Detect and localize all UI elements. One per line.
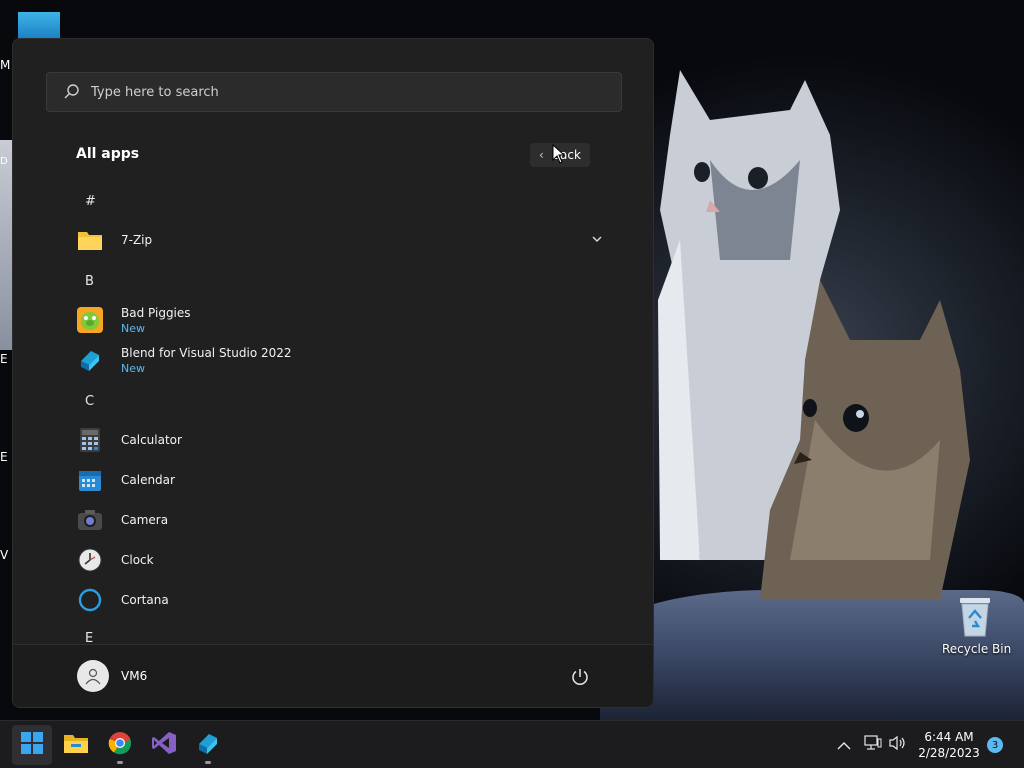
blend-icon	[195, 730, 221, 760]
start-search-box[interactable]	[46, 72, 622, 112]
all-apps-title: All apps	[76, 146, 140, 162]
start-footer: VM6	[13, 644, 653, 707]
power-icon[interactable]	[569, 666, 591, 688]
start-menu: All apps ‹ Back # 7-Zip B Bad Piggies Ne…	[12, 38, 654, 708]
app-name: Calendar	[121, 473, 175, 487]
recycle-bin-shortcut[interactable]: Recycle Bin	[942, 596, 1012, 656]
new-badge: New	[121, 321, 145, 335]
app-item-bad-piggies[interactable]: Bad Piggies New	[73, 302, 603, 338]
chrome-icon	[108, 731, 132, 759]
taskbar-visual-studio[interactable]	[144, 725, 184, 765]
app-item-blend[interactable]: Blend for Visual Studio 2022 New	[73, 342, 603, 378]
taskbar: 6:44 AM 2/28/2023 3	[0, 720, 1024, 768]
search-input[interactable]	[91, 84, 591, 100]
app-name: Calculator	[121, 433, 182, 447]
calculator-icon	[77, 427, 103, 453]
bad-piggies-icon	[77, 307, 103, 333]
search-icon	[63, 83, 81, 101]
file-explorer-icon	[63, 732, 89, 758]
app-name: Blend for Visual Studio 2022	[121, 345, 292, 360]
network-icon	[864, 735, 882, 755]
mouse-cursor-icon	[552, 144, 566, 164]
app-name: Clock	[121, 553, 154, 567]
app-name: Camera	[121, 513, 169, 527]
desktop-window-edge	[0, 140, 12, 350]
visual-studio-icon	[151, 730, 177, 760]
desktop-shortcut-icon[interactable]	[18, 12, 60, 40]
notification-badge[interactable]: 3	[987, 737, 1003, 753]
app-item-calculator[interactable]: Calculator	[73, 422, 603, 458]
user-name: VM6	[121, 669, 148, 683]
taskbar-clock[interactable]: 6:44 AM 2/28/2023	[916, 729, 982, 761]
user-account-button[interactable]: VM6	[77, 660, 147, 692]
start-icon	[20, 731, 44, 759]
start-button[interactable]	[12, 725, 52, 765]
chevron-down-icon[interactable]	[591, 232, 603, 246]
wallpaper-cats-image	[658, 70, 970, 600]
blend-icon	[77, 347, 103, 373]
new-badge: New	[121, 361, 145, 375]
app-item-cortana[interactable]: Cortana	[73, 582, 603, 618]
taskbar-chrome[interactable]	[100, 725, 140, 765]
app-name: 7-Zip	[121, 233, 153, 247]
clock-icon	[77, 547, 103, 573]
chevron-up-icon	[836, 736, 852, 755]
running-indicator	[117, 761, 123, 764]
group-letter[interactable]: #	[85, 194, 96, 209]
calendar-icon	[77, 467, 103, 493]
clock-date: 2/28/2023	[918, 746, 980, 760]
recycle-bin-label: Recycle Bin	[942, 642, 1012, 656]
recycle-bin-icon	[958, 596, 992, 638]
speaker-icon	[889, 735, 907, 755]
show-hidden-icons-button[interactable]	[836, 721, 852, 768]
cortana-icon	[77, 587, 103, 613]
camera-icon	[77, 507, 103, 533]
app-item-camera[interactable]: Camera	[73, 502, 603, 538]
taskbar-blend[interactable]	[188, 725, 228, 765]
group-letter[interactable]: C	[85, 394, 94, 409]
app-name: Cortana	[121, 593, 169, 607]
app-list[interactable]: # 7-Zip B Bad Piggies New Blend for Visu…	[13, 179, 653, 644]
network-status-button[interactable]	[864, 721, 882, 768]
avatar	[77, 660, 109, 692]
app-name: Bad Piggies	[121, 305, 191, 320]
folder-icon	[77, 227, 103, 253]
volume-button[interactable]	[889, 721, 907, 768]
group-letter[interactable]: B	[85, 274, 94, 289]
group-letter[interactable]: E	[85, 631, 93, 644]
chevron-left-icon: ‹	[539, 148, 544, 162]
clock-time: 6:44 AM	[924, 730, 974, 744]
running-indicator	[205, 761, 211, 764]
taskbar-file-explorer[interactable]	[56, 725, 96, 765]
app-item-calendar[interactable]: Calendar	[73, 462, 603, 498]
app-item-7zip[interactable]: 7-Zip	[73, 222, 603, 258]
app-item-clock[interactable]: Clock	[73, 542, 603, 578]
